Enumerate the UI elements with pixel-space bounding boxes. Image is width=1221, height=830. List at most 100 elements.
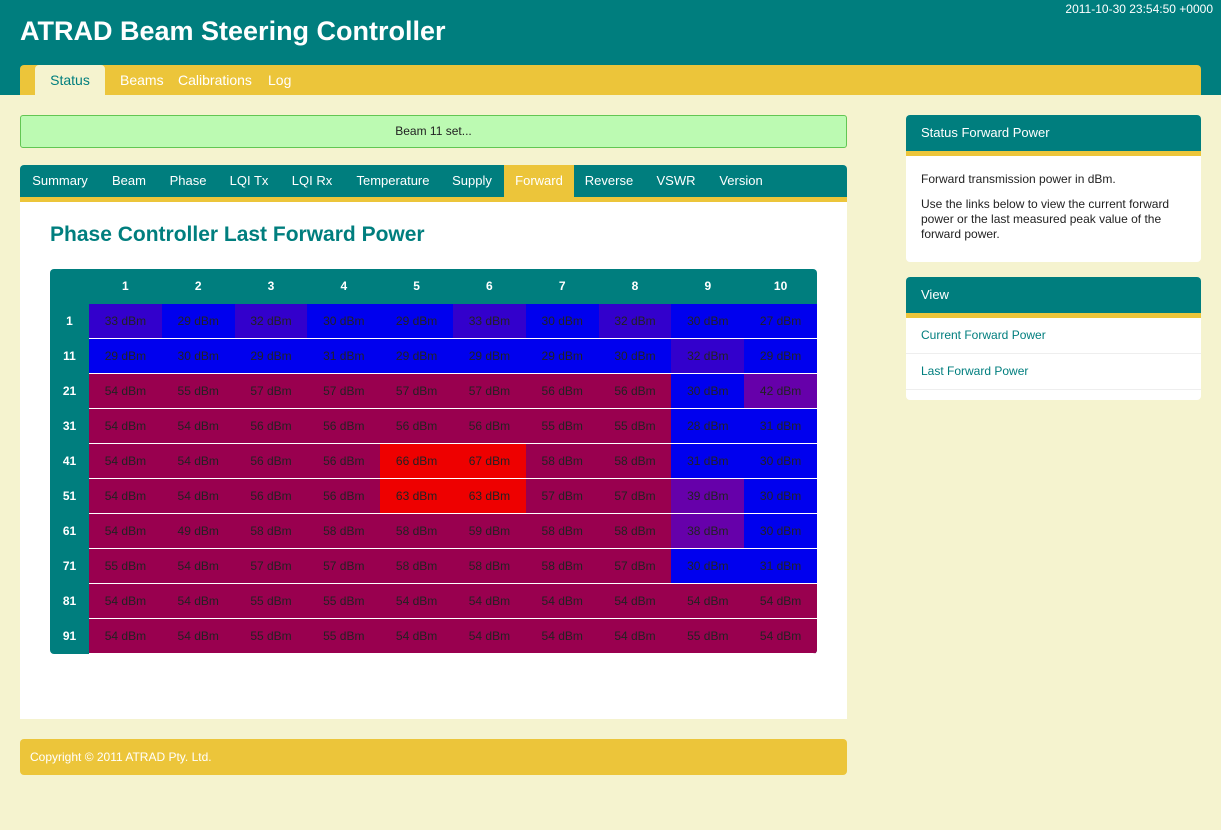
column-header: 5 (413, 279, 420, 293)
power-cell: 58 dBm (525, 444, 599, 479)
power-cell: 58 dBm (307, 514, 381, 549)
power-cell: 54 dBm (89, 409, 162, 444)
row-header: 31 (62, 419, 77, 433)
subtab-bar: Summary Beam Phase LQI Tx LQI Rx Tempera… (20, 165, 847, 202)
power-cell: 29 dBm (161, 304, 235, 339)
power-cell: 54 dBm (453, 584, 526, 619)
power-cell: 54 dBm (598, 584, 672, 619)
power-cell: 57 dBm (598, 549, 672, 584)
power-cell: 32 dBm (234, 304, 308, 339)
column-header: 3 (267, 279, 275, 293)
power-cell: 32 dBm (671, 339, 745, 374)
power-cell: 58 dBm (453, 549, 526, 584)
power-cell: 57 dBm (598, 479, 672, 514)
power-cell: 54 dBm (89, 444, 162, 479)
tab-supply[interactable]: Supply (442, 165, 502, 197)
power-cell: 54 dBm (380, 619, 453, 654)
current-forward-power-link[interactable]: Current Forward Power (906, 318, 1201, 354)
row-header: 51 (62, 489, 77, 503)
row-header: 71 (62, 559, 77, 573)
power-cell: 30 dBm (598, 339, 672, 374)
power-cell: 54 dBm (89, 374, 162, 409)
column-header: 2 (194, 279, 202, 293)
row-header: 1 (66, 314, 73, 328)
status-notice: Beam 11 set... (20, 115, 847, 148)
power-cell: 58 dBm (598, 444, 672, 479)
last-forward-power-link[interactable]: Last Forward Power (906, 354, 1201, 390)
power-cell: 54 dBm (161, 479, 235, 514)
power-cell: 29 dBm (89, 339, 162, 374)
column-header: 9 (704, 279, 712, 293)
tab-lqi-rx[interactable]: LQI Rx (280, 165, 344, 197)
nav-status[interactable]: Status (35, 65, 105, 95)
power-cell: 55 dBm (598, 409, 672, 444)
power-cell: 59 dBm (453, 514, 526, 549)
power-cell: 57 dBm (380, 374, 453, 409)
tab-forward[interactable]: Forward (504, 165, 574, 197)
power-cell: 57 dBm (307, 374, 381, 409)
power-cell: 55 dBm (307, 584, 381, 619)
power-cell: 56 dBm (307, 409, 381, 444)
power-cell: 38 dBm (671, 514, 745, 549)
power-cell: 66 dBm (380, 444, 453, 479)
row-header: 61 (62, 524, 77, 538)
power-cell: 58 dBm (525, 549, 599, 584)
power-cell: 56 dBm (598, 374, 672, 409)
tab-version[interactable]: Version (708, 165, 774, 197)
power-cell: 54 dBm (89, 619, 162, 654)
power-cell: 55 dBm (89, 549, 162, 584)
app-title: ATRAD Beam Steering Controller (20, 16, 446, 46)
tab-phase[interactable]: Phase (158, 165, 218, 197)
power-cell: 29 dBm (744, 339, 817, 374)
power-cell: 29 dBm (453, 339, 526, 374)
tab-reverse[interactable]: Reverse (574, 165, 644, 197)
power-cell: 57 dBm (234, 374, 308, 409)
power-cell: 30 dBm (744, 514, 817, 549)
power-cell: 30 dBm (161, 339, 235, 374)
power-cell: 56 dBm (525, 374, 599, 409)
tab-vswr[interactable]: VSWR (644, 165, 708, 197)
status-box-title: Status Forward Power (906, 115, 1201, 156)
column-header: 4 (340, 279, 348, 293)
status-box-body: Forward transmission power in dBm. Use t… (906, 156, 1201, 262)
power-cell: 31 dBm (307, 339, 381, 374)
power-cell: 30 dBm (744, 479, 817, 514)
power-cell: 54 dBm (453, 619, 526, 654)
copyright-text: Copyright © 2011 ATRAD Pty. Ltd. (30, 750, 212, 764)
column-header: 7 (558, 279, 566, 293)
power-cell: 57 dBm (307, 549, 381, 584)
row-header: 81 (62, 594, 77, 608)
tab-temperature[interactable]: Temperature (344, 165, 442, 197)
power-cell: 54 dBm (380, 584, 453, 619)
power-cell: 58 dBm (525, 514, 599, 549)
power-cell: 54 dBm (161, 549, 235, 584)
tab-summary[interactable]: Summary (20, 165, 100, 197)
power-cell: 33 dBm (89, 304, 162, 339)
power-cell: 32 dBm (598, 304, 672, 339)
power-cell: 56 dBm (234, 479, 308, 514)
column-header: 8 (631, 279, 639, 293)
header: 2011-10-30 23:54:50 +0000 ATRAD Beam Ste… (0, 0, 1221, 95)
power-cell: 63 dBm (380, 479, 453, 514)
power-cell: 56 dBm (234, 409, 308, 444)
content-panel: Summary Beam Phase LQI Tx LQI Rx Tempera… (20, 165, 847, 719)
power-cell: 58 dBm (598, 514, 672, 549)
power-cell: 28 dBm (671, 409, 745, 444)
power-cell: 29 dBm (525, 339, 599, 374)
power-cell: 57 dBm (453, 374, 526, 409)
nav-log[interactable]: Log (268, 65, 291, 95)
view-box: View Current Forward Power Last Forward … (906, 277, 1201, 400)
power-cell: 56 dBm (307, 479, 381, 514)
tab-beam[interactable]: Beam (100, 165, 158, 197)
power-cell: 30 dBm (525, 304, 599, 339)
nav-beams[interactable]: Beams (120, 65, 164, 95)
row-header: 41 (62, 454, 77, 468)
column-header: 10 (773, 279, 788, 293)
power-cell: 54 dBm (89, 584, 162, 619)
power-cell: 31 dBm (744, 409, 817, 444)
power-cell: 49 dBm (161, 514, 235, 549)
tab-lqi-tx[interactable]: LQI Tx (218, 165, 280, 197)
nav-calibrations[interactable]: Calibrations (178, 65, 252, 95)
power-cell: 54 dBm (161, 409, 235, 444)
power-cell: 55 dBm (234, 619, 308, 654)
